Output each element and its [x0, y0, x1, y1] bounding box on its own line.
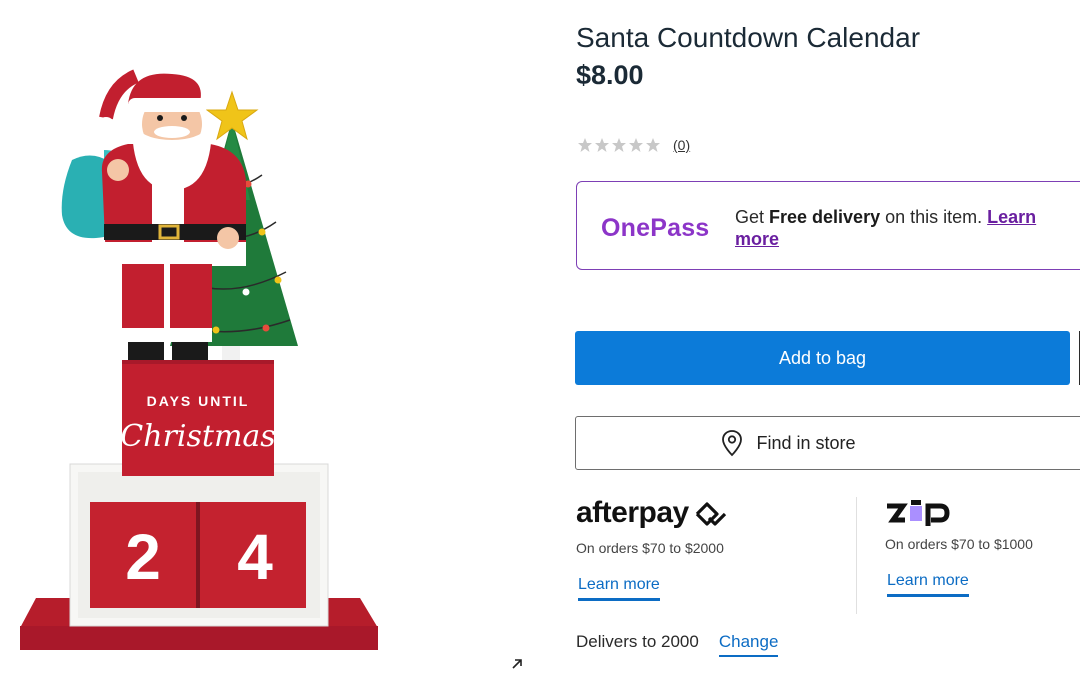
rating-stars [577, 137, 661, 153]
zip-logo [887, 500, 950, 526]
product-info-panel: Santa Countdown Calendar $8.00 (0) OnePa… [575, 0, 1080, 673]
calendar-digit-2: 4 [237, 521, 273, 593]
expand-icon[interactable] [510, 657, 524, 671]
product-rating: (0) [577, 137, 690, 153]
star-icon [595, 138, 609, 152]
find-in-store-label: Find in store [756, 432, 856, 453]
map-pin-icon [722, 430, 743, 457]
add-to-bag-button[interactable]: Add to bag [575, 331, 1070, 385]
star-icon [629, 138, 643, 152]
product-title: Santa Countdown Calendar [576, 22, 921, 53]
find-in-store-button[interactable]: Find in store [575, 416, 1080, 470]
sign-days-until: DAYS UNTIL [147, 393, 250, 409]
zip-block: On orders $70 to $1000 Learn more [885, 496, 1080, 616]
zip-orders-range: On orders $70 to $1000 [885, 536, 1033, 552]
product-image-area: 2 4 DAYS UNTIL Christmas [0, 0, 540, 673]
sign-christmas-script: Christmas [120, 419, 275, 454]
onepass-free-delivery: Free delivery [769, 207, 881, 227]
payment-divider [856, 497, 857, 614]
delivery-row: Delivers to 2000 Change [576, 632, 779, 657]
onepass-suffix: on this item. [880, 207, 988, 227]
change-postcode-link[interactable]: Change [718, 632, 779, 657]
afterpay-block: afterpay On orders $70 to $2000 Learn mo… [576, 496, 846, 616]
afterpay-orders-range: On orders $70 to $2000 [576, 540, 724, 556]
onepass-banner: OnePass Get Free delivery on this item. … [576, 181, 1080, 270]
star-icon [612, 138, 626, 152]
onepass-prefix: Get [735, 207, 770, 227]
review-count-link[interactable]: (0) [673, 137, 690, 153]
star-icon [578, 138, 592, 152]
zip-learn-more-link[interactable]: Learn more [887, 572, 969, 597]
product-price: $8.00 [576, 60, 644, 90]
calendar-digit-1: 2 [125, 521, 161, 593]
afterpay-logo: afterpay [576, 496, 729, 530]
afterpay-learn-more-link[interactable]: Learn more [578, 576, 660, 601]
onepass-message: Get Free delivery on this item. Learn mo… [735, 206, 1080, 250]
star-icon [646, 138, 660, 152]
delivery-postcode-text: Delivers to 2000 [576, 632, 699, 651]
product-image[interactable]: 2 4 DAYS UNTIL Christmas [0, 0, 540, 673]
afterpay-arrows-icon [695, 502, 726, 526]
afterpay-wordmark: afterpay [576, 496, 689, 529]
onepass-logo: OnePass [601, 214, 710, 242]
